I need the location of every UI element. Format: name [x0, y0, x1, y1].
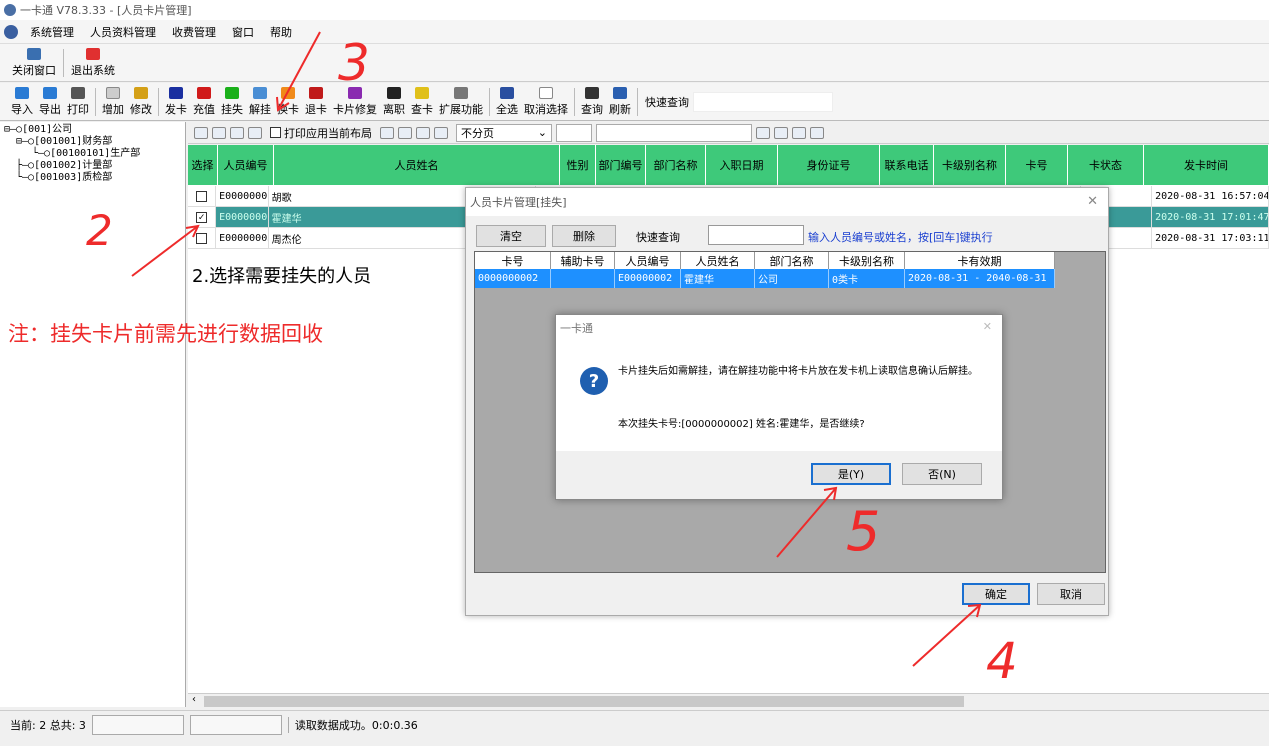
- arrow-step3: [277, 31, 321, 111]
- annotation-arrows: [131, 31, 982, 667]
- annotation-step5: 5: [846, 500, 881, 563]
- arrow-step2: [131, 225, 199, 277]
- annotation-step3: 3: [338, 34, 370, 92]
- annotation-step2-text: 2.选择需要挂失的人员: [192, 266, 372, 287]
- arrow-step4: [912, 604, 981, 667]
- annotation-step2: 2: [86, 206, 113, 255]
- arrow-step5: [776, 487, 837, 558]
- annotation-note: 注：挂失卡片前需先进行数据回收: [8, 322, 323, 346]
- annotation-step4: 4: [986, 632, 1018, 690]
